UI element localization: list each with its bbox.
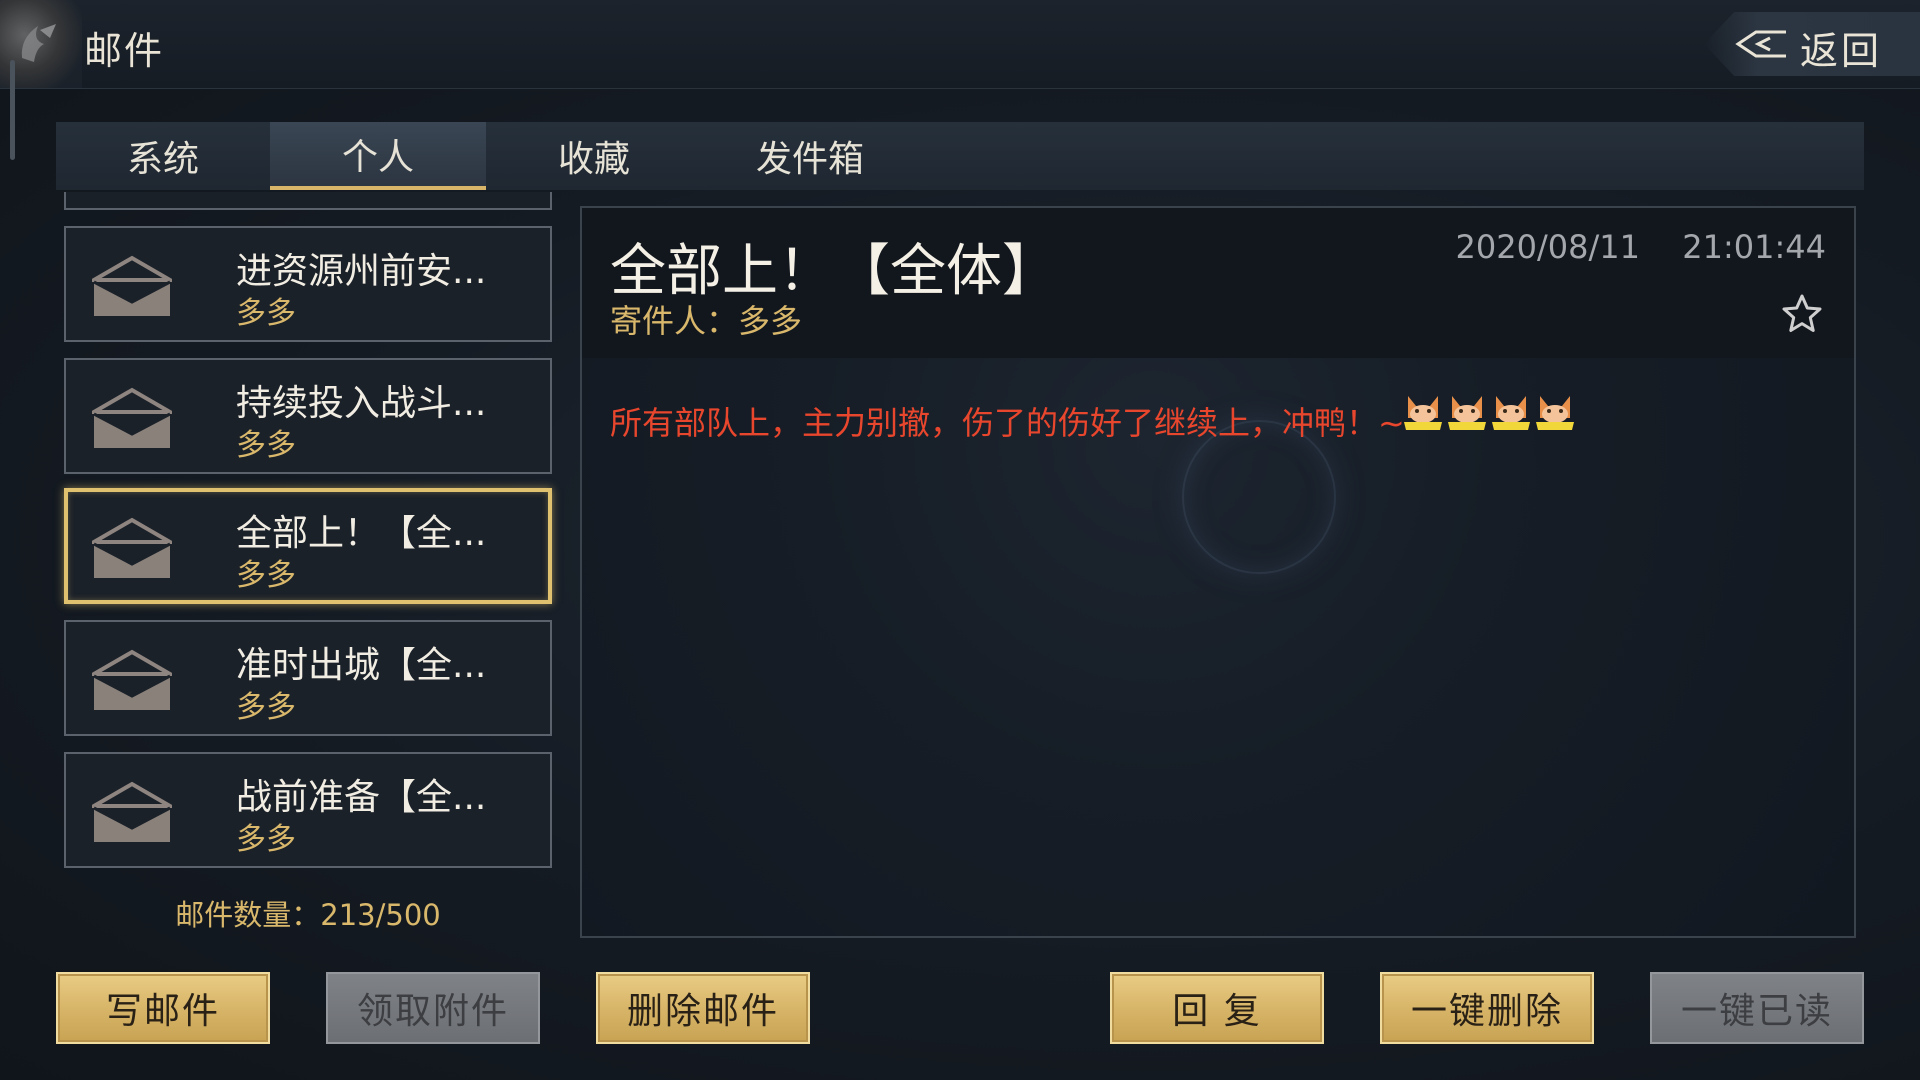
- mail-subject: 进资源州前安...: [236, 251, 487, 292]
- mail-list-item[interactable]: 战前准备【全... 多多: [64, 752, 552, 868]
- delete-mail-button[interactable]: 删除邮件: [596, 972, 810, 1044]
- mail-list-item[interactable]: 持续投入战斗... 多多: [64, 358, 552, 474]
- mail-list-item[interactable]: 准时出城【全... 多多: [64, 620, 552, 736]
- mail-sender: 多多: [236, 690, 296, 725]
- fox-emoji-icon: [1536, 396, 1574, 430]
- mail-view-body: 所有部队上，主力别撤，伤了的伤好了继续上，冲鸭！~: [610, 404, 1405, 442]
- mail-subject: 战前准备【全...: [236, 777, 487, 818]
- tab-bar: 系统 个人 收藏 发件箱: [56, 122, 1864, 190]
- header-bar: 邮件 返回: [0, 0, 1920, 89]
- fox-emoji-icon: [1448, 396, 1486, 430]
- back-arrow-icon: [1735, 30, 1786, 58]
- fox-emoji-icon: [1492, 396, 1530, 430]
- mail-view-sender: 寄件人：多多: [610, 302, 803, 340]
- envelope-icon: [92, 517, 172, 578]
- claim-attachment-button[interactable]: 领取附件: [326, 972, 540, 1044]
- back-button-label: 返回: [1800, 29, 1883, 73]
- mail-sender: 多多: [236, 822, 296, 857]
- envelope-icon: [92, 387, 172, 448]
- list-item-partial: [64, 192, 552, 210]
- mail-view-date: 2020/08/11: [1455, 228, 1640, 266]
- mail-subject: 持续投入战斗...: [236, 383, 487, 424]
- mail-sender: 多多: [236, 558, 296, 593]
- page-title: 邮件: [84, 29, 165, 73]
- scroll-indicator: [10, 60, 15, 160]
- tab-system[interactable]: 系统: [56, 122, 270, 190]
- envelope-icon: [92, 649, 172, 710]
- mail-view-panel: 全部上！【全体】 寄件人：多多 2020/08/11 21:01:44 所有部队…: [580, 206, 1856, 938]
- mail-list-item[interactable]: 进资源州前安... 多多: [64, 226, 552, 342]
- mail-sender: 多多: [236, 428, 296, 463]
- mail-subject: 准时出城【全...: [236, 645, 487, 686]
- mail-subject: 全部上！【全...: [236, 513, 487, 554]
- envelope-icon: [92, 781, 172, 842]
- mail-view-timestamp: 2020/08/11 21:01:44: [1456, 228, 1827, 266]
- mail-view-time: 21:01:44: [1682, 228, 1826, 266]
- tab-outbox[interactable]: 发件箱: [702, 122, 918, 190]
- fox-emoji-icon: [1404, 396, 1442, 430]
- back-button[interactable]: 返回: [1704, 12, 1920, 76]
- delete-all-button[interactable]: 一键删除: [1380, 972, 1594, 1044]
- mail-view-title: 全部上！【全体】: [610, 239, 1058, 304]
- envelope-icon: [92, 255, 172, 316]
- mail-count: 邮件数量：213/500: [175, 898, 441, 932]
- mark-all-read-button[interactable]: 一键已读: [1650, 972, 1864, 1044]
- mail-sender: 多多: [236, 296, 296, 331]
- reply-button[interactable]: 回 复: [1110, 972, 1324, 1044]
- mail-view-header: 全部上！【全体】 寄件人：多多 2020/08/11 21:01:44: [582, 208, 1854, 358]
- emoji-row: [1402, 392, 1576, 432]
- favorite-star-icon[interactable]: [1780, 292, 1824, 336]
- mail-list-item-selected[interactable]: 全部上！【全... 多多: [64, 488, 552, 604]
- write-mail-button[interactable]: 写邮件: [56, 972, 270, 1044]
- tab-favorites[interactable]: 收藏: [486, 122, 702, 190]
- tab-personal[interactable]: 个人: [270, 122, 486, 190]
